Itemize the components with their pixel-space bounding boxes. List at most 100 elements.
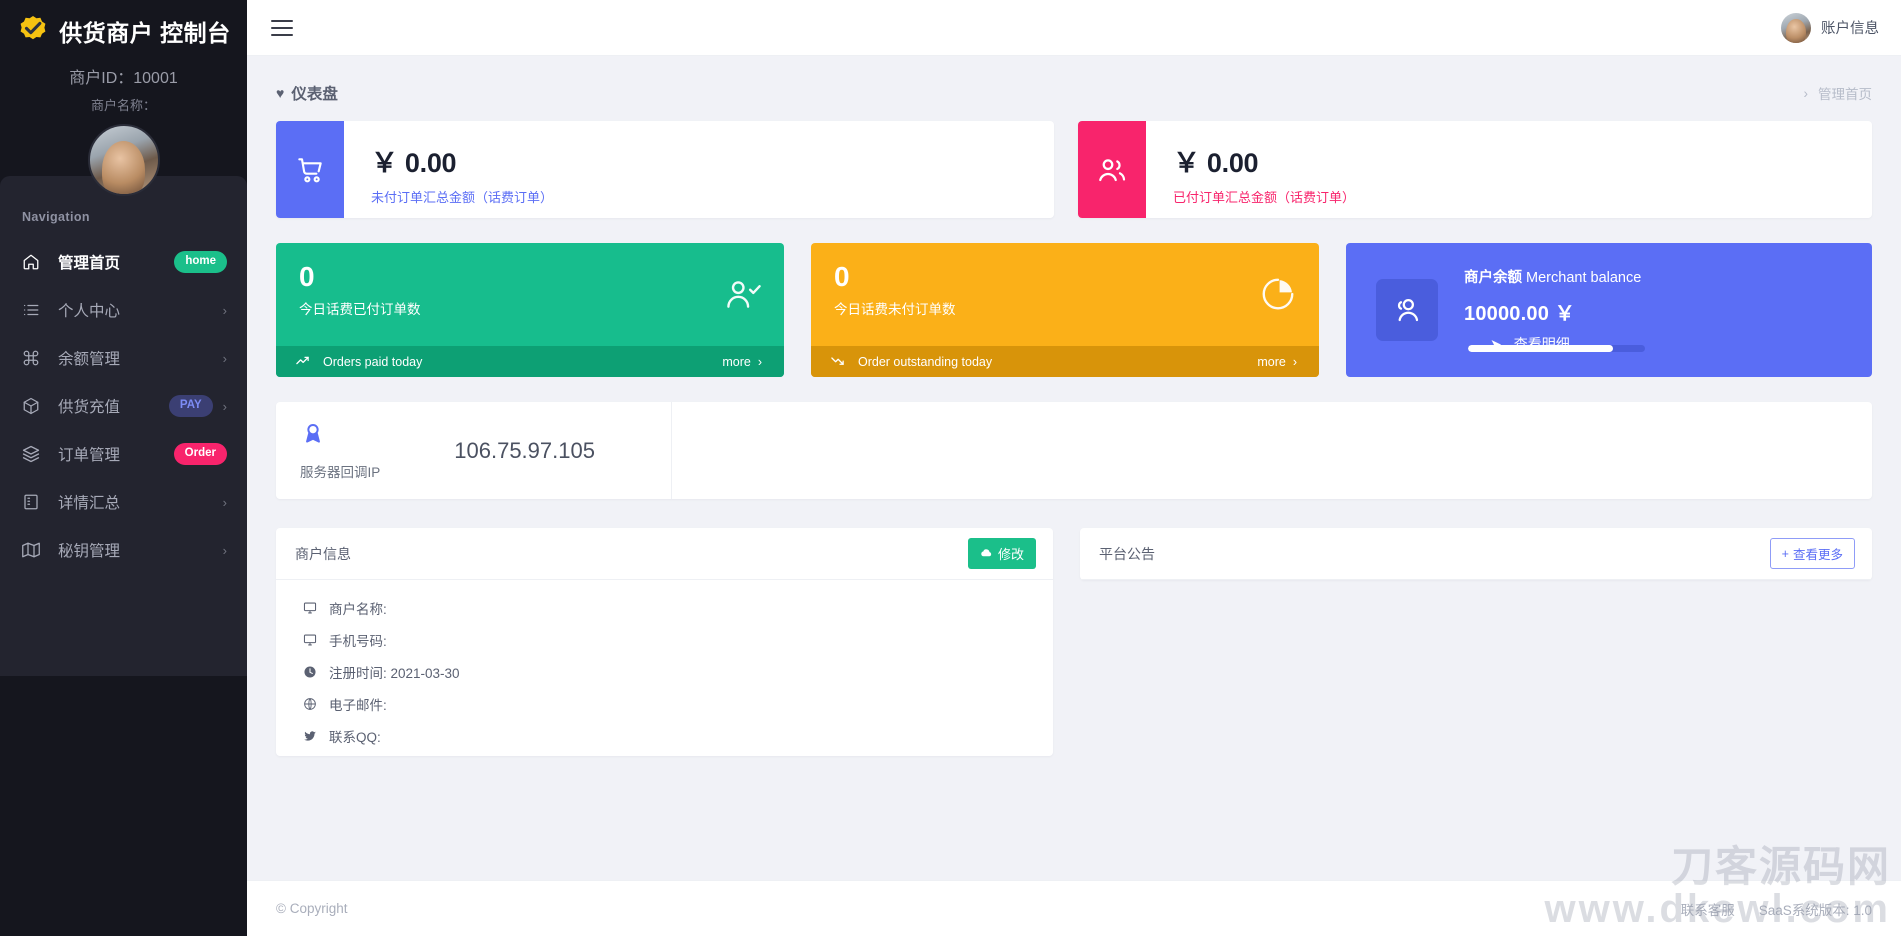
sidebar-item-balance[interactable]: 余额管理 › bbox=[0, 334, 247, 382]
info-row-phone: 手机号码: bbox=[302, 630, 1053, 650]
plus-icon: + bbox=[1781, 546, 1789, 561]
twitter-icon bbox=[302, 729, 318, 743]
merchant-balance-body: 商户余额 Merchant balance 10000.00 ￥ ➤ 查看明细 bbox=[1464, 266, 1641, 354]
brand[interactable]: 供货商户 控制台 bbox=[0, 0, 247, 54]
book-icon bbox=[22, 493, 44, 511]
orders-outstanding-today-foot[interactable]: Order outstanding today more › bbox=[811, 346, 1319, 377]
contact-support-link[interactable]: 联系客服 bbox=[1681, 899, 1735, 919]
sidebar-badge-pay: PAY bbox=[168, 395, 213, 417]
sidebar-item-label: 订单管理 bbox=[58, 447, 121, 464]
orders-outstanding-today-top: 0 今日话费未付订单数 bbox=[811, 243, 1319, 346]
unpaid-total-card[interactable]: ￥ 0.00 未付订单汇总金额（话费订单） bbox=[276, 121, 1054, 218]
callback-ip-empty-cell bbox=[672, 402, 1872, 499]
orders-paid-today-foot-label: Orders paid today bbox=[323, 354, 423, 369]
edit-merchant-label: 修改 bbox=[997, 547, 1024, 562]
nav-panel: Navigation 管理首页 home 个人中心 › 余额管理 › 供货充值 … bbox=[0, 176, 247, 676]
sidebar-item-details[interactable]: 详情汇总 › bbox=[0, 478, 247, 526]
orders-outstanding-today-foot-label: Order outstanding today bbox=[858, 354, 993, 369]
orders-paid-today-card[interactable]: 0 今日话费已付订单数 Orders paid today more › bbox=[276, 243, 784, 377]
users-icon bbox=[1078, 121, 1146, 218]
user-check-icon bbox=[724, 275, 762, 318]
callback-ip-caption: 服务器回调IP bbox=[300, 464, 381, 480]
sidebar-item-label: 管理首页 bbox=[58, 255, 121, 272]
platform-notice-head: 平台公告 + 查看更多 bbox=[1080, 528, 1872, 580]
sidebar: 供货商户 控制台 商户ID：10001 商户名称： Navigation 管理首… bbox=[0, 0, 247, 936]
orders-outstanding-today-subtitle: 今日话费未付订单数 bbox=[834, 302, 956, 318]
view-more-notices-button[interactable]: + 查看更多 bbox=[1769, 538, 1855, 569]
merchant-balance-title: 商户余额 Merchant balance bbox=[1464, 266, 1641, 287]
hamburger-icon[interactable] bbox=[265, 14, 299, 42]
sidebar-item-personal-center[interactable]: 个人中心 › bbox=[0, 286, 247, 334]
system-version-label: SaaS系统版本: 1.0 bbox=[1758, 902, 1872, 918]
more-label: more bbox=[722, 354, 751, 369]
page-content: ♥ 仪表盘 › 管理首页 ￥ 0.00 未付订单汇总金额（话费订单） ￥ 0.0… bbox=[247, 56, 1901, 880]
check-badge-icon bbox=[16, 14, 50, 48]
paid-total-label: 已付订单汇总金额（话费订单） bbox=[1173, 190, 1356, 205]
sidebar-item-keys[interactable]: 秘钥管理 › bbox=[0, 526, 247, 574]
orders-paid-today-top: 0 今日话费已付订单数 bbox=[276, 243, 784, 346]
breadcrumb-current[interactable]: 管理首页 bbox=[1818, 83, 1872, 103]
page-head: ♥ 仪表盘 › 管理首页 bbox=[276, 56, 1872, 121]
sidebar-item-recharge[interactable]: 供货充值 PAY › bbox=[0, 382, 247, 430]
orders-paid-today-more[interactable]: more › bbox=[722, 355, 762, 369]
info-row-qq: 联系QQ: bbox=[302, 726, 1053, 746]
callback-ip-cell: 服务器回调IP 106.75.97.105 bbox=[276, 402, 672, 499]
avatar bbox=[1781, 12, 1811, 43]
info-row-email: 电子邮件: bbox=[302, 694, 1053, 714]
main-area: 账户信息 ♥ 仪表盘 › 管理首页 ￥ 0.00 未付订单汇总金额（话费订单） … bbox=[247, 0, 1901, 936]
globe-icon bbox=[302, 697, 318, 711]
merchant-balance-title-en: Merchant balance bbox=[1522, 270, 1642, 286]
paid-total-card[interactable]: ￥ 0.00 已付订单汇总金额（话费订单） bbox=[1078, 121, 1872, 218]
command-icon bbox=[22, 349, 44, 367]
view-more-notices-label: 查看更多 bbox=[1792, 548, 1843, 562]
monitor-icon bbox=[302, 601, 318, 615]
chevron-right-icon: › bbox=[757, 354, 762, 369]
merchant-info-title: 商户信息 bbox=[295, 545, 351, 562]
edit-merchant-button[interactable]: 修改 bbox=[967, 538, 1036, 569]
nav-heading: Navigation bbox=[22, 210, 90, 224]
orders-paid-today-foot[interactable]: Orders paid today more › bbox=[276, 346, 784, 377]
footer: © Copyright 联系客服 SaaS系统版本: 1.0 bbox=[247, 880, 1901, 936]
sidebar-item-label: 个人中心 bbox=[58, 303, 121, 320]
sidebar-item-dashboard[interactable]: 管理首页 home bbox=[0, 238, 247, 286]
avatar[interactable] bbox=[87, 124, 160, 196]
cart-icon bbox=[276, 121, 344, 218]
platform-notice-panel: 平台公告 + 查看更多 bbox=[1080, 528, 1872, 580]
merchant-balance-card[interactable]: 商户余额 Merchant balance 10000.00 ￥ ➤ 查看明细 bbox=[1346, 243, 1872, 377]
unpaid-total-label: 未付订单汇总金额（话费订单） bbox=[371, 190, 554, 205]
cloud-icon bbox=[980, 546, 993, 562]
orders-outstanding-today-more[interactable]: more › bbox=[1257, 355, 1297, 369]
sidebar-item-orders[interactable]: 订单管理 Order bbox=[0, 430, 247, 478]
app-root: 供货商户 控制台 商户ID：10001 商户名称： Navigation 管理首… bbox=[0, 0, 1901, 936]
stats-row: 0 今日话费已付订单数 Orders paid today more › 0 今… bbox=[276, 243, 1872, 377]
sidebar-item-label: 余额管理 bbox=[58, 351, 121, 368]
breadcrumb-separator: › bbox=[1803, 85, 1809, 101]
account-menu[interactable]: 账户信息 bbox=[1781, 12, 1879, 43]
callback-ip-left: 服务器回调IP bbox=[300, 421, 380, 481]
merchant-info-panel: 商户信息 修改 商户名称: 手机号码: 注册时间: 2021-03-30 电子邮… bbox=[276, 528, 1053, 756]
sidebar-badge-home: home bbox=[174, 251, 227, 273]
chevron-right-icon: › bbox=[222, 302, 227, 318]
balance-progress-bar bbox=[1468, 345, 1645, 352]
info-row-text: 注册时间: 2021-03-30 bbox=[329, 666, 460, 681]
pie-chart-icon bbox=[1259, 275, 1297, 318]
award-icon bbox=[300, 421, 380, 452]
info-row-text: 商户名称: bbox=[329, 602, 387, 617]
merchant-info-head: 商户信息 修改 bbox=[276, 528, 1053, 580]
orders-outstanding-today-card[interactable]: 0 今日话费未付订单数 Order outstanding today more… bbox=[811, 243, 1319, 377]
layers-icon bbox=[22, 445, 44, 463]
chevron-right-icon: › bbox=[222, 494, 227, 510]
footer-copyright: © Copyright bbox=[276, 901, 348, 916]
list-icon bbox=[22, 301, 44, 319]
sidebar-item-label: 供货充值 bbox=[58, 399, 121, 416]
monitor-icon bbox=[302, 633, 318, 647]
callback-ip-card: 服务器回调IP 106.75.97.105 bbox=[276, 402, 1872, 499]
breadcrumb: › 管理首页 bbox=[1804, 83, 1873, 103]
merchant-name: 商户名称： bbox=[90, 98, 156, 113]
info-row-merchant-name: 商户名称: bbox=[302, 598, 1053, 618]
box-icon bbox=[22, 397, 44, 415]
info-row-text: 手机号码: bbox=[329, 634, 387, 649]
orders-paid-today-foot-left: Orders paid today bbox=[295, 353, 422, 371]
more-label: more bbox=[1257, 354, 1286, 369]
info-row-register-time: 注册时间: 2021-03-30 bbox=[302, 662, 1053, 682]
